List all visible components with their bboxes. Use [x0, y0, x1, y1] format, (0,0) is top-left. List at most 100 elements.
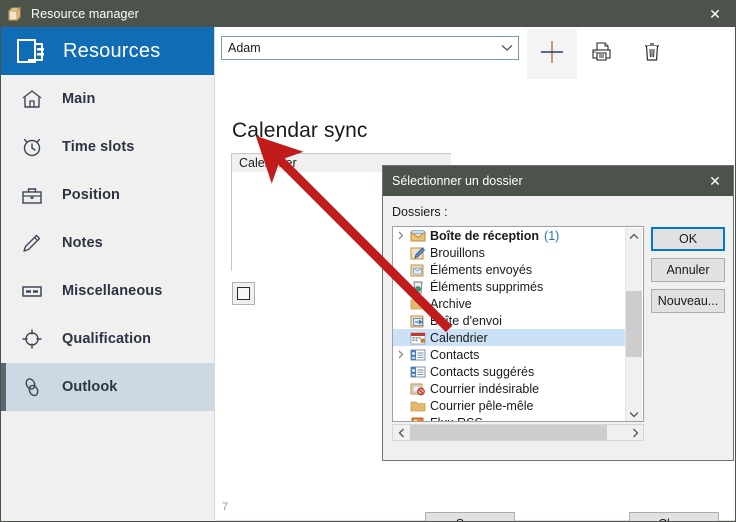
chevron-right-icon[interactable]	[393, 350, 409, 359]
chevron-down-icon	[496, 44, 518, 52]
tree-item-label: Contacts suggérés	[430, 364, 535, 379]
folder-tree[interactable]: Boîte de réception (1) Brouillons Éléments …	[392, 226, 644, 422]
folder-icon	[409, 398, 427, 413]
print-button[interactable]	[577, 29, 627, 79]
chevron-left-icon[interactable]	[393, 425, 409, 440]
sent-icon	[409, 262, 427, 277]
page-title: Calendar sync	[232, 119, 368, 142]
tree-item-label: Calendrier	[430, 330, 488, 345]
inbox-icon	[409, 228, 427, 243]
tree-item[interactable]: Archive	[393, 295, 627, 312]
sidebar-item-notes[interactable]: Notes	[1, 219, 214, 267]
pencil-icon	[18, 229, 46, 257]
dialog-ok-button[interactable]: OK	[651, 227, 725, 251]
sync-checkbox[interactable]	[232, 282, 255, 305]
sidebar-nav: Main Time slots Position Notes Miscellan…	[1, 75, 214, 411]
tree-item-label: Flux RSS	[430, 416, 483, 422]
resource-select[interactable]: Adam	[221, 36, 519, 60]
resource-select-value: Adam	[228, 41, 261, 55]
sidebar: Resources Main Time slots Position Notes…	[1, 27, 215, 521]
chevron-up-icon[interactable]	[626, 228, 642, 244]
folder-tree-vertical-scrollbar[interactable]	[625, 228, 642, 421]
link-chain-icon	[18, 373, 46, 401]
tree-item[interactable]: Boîte de réception (1)	[393, 227, 627, 244]
tree-item[interactable]: Flux RSS	[393, 414, 627, 421]
resource-manager-window: Resource manager ✕ Resources Main Time s…	[0, 0, 736, 522]
package-box-icon	[7, 6, 24, 22]
folder-icon	[409, 296, 427, 311]
save-button[interactable]: Save	[425, 512, 515, 521]
sidebar-item-label: Miscellaneous	[62, 283, 163, 299]
chevron-right-icon[interactable]	[627, 425, 643, 440]
chevron-right-icon[interactable]	[393, 231, 409, 240]
sidebar-item-label: Time slots	[62, 139, 135, 155]
chevron-down-icon[interactable]	[626, 406, 642, 421]
deleted-items-icon	[409, 279, 427, 294]
sidebar-item-main[interactable]: Main	[1, 75, 214, 123]
tree-item[interactable]: Contacts	[393, 346, 627, 363]
dialog-title: Sélectionner un dossier	[392, 174, 523, 188]
contacts-icon	[409, 347, 427, 362]
folders-label: Dossiers :	[392, 205, 448, 219]
sidebar-item-miscellaneous[interactable]: Miscellaneous	[1, 267, 214, 315]
briefcase-icon	[18, 181, 46, 209]
sidebar-item-label: Main	[62, 91, 96, 107]
resources-icon	[15, 34, 49, 68]
folder-tree-scroll-area: Boîte de réception (1) Brouillons Éléments …	[393, 227, 627, 421]
select-folder-dialog: Sélectionner un dossier ✕ Dossiers : Boî…	[382, 165, 734, 461]
add-resource-button[interactable]	[527, 29, 577, 79]
tree-item-label: Boîte de réception	[430, 228, 540, 243]
tree-item-label: Archive	[430, 296, 472, 311]
tree-item[interactable]: Contacts suggérés	[393, 363, 627, 380]
close-button[interactable]: Close	[629, 512, 719, 521]
window-title-bar: Resource manager ✕	[1, 1, 735, 27]
tree-item[interactable]: Éléments supprimés	[393, 278, 627, 295]
tree-item[interactable]: Éléments envoyés	[393, 261, 627, 278]
tree-item[interactable]: Courrier indésirable	[393, 380, 627, 397]
window-close-button[interactable]: ✕	[693, 1, 735, 27]
sidebar-item-label: Outlook	[62, 379, 118, 395]
dialog-body: Dossiers : Boîte de réception (1) Brouillo…	[383, 196, 733, 460]
tree-item-label: Courrier pêle-mêle	[430, 398, 534, 413]
sidebar-item-label: Qualification	[62, 331, 152, 347]
dialog-title-bar: Sélectionner un dossier ✕	[383, 166, 733, 196]
window-title: Resource manager	[31, 7, 139, 21]
sidebar-item-qualification[interactable]: Qualification	[1, 315, 214, 363]
dialog-new-button[interactable]: Nouveau...	[651, 289, 725, 313]
sidebar-item-outlook[interactable]: Outlook	[1, 363, 214, 411]
delete-button[interactable]	[627, 29, 677, 79]
alarm-clock-icon	[18, 133, 46, 161]
sidebar-item-label: Notes	[62, 235, 103, 251]
toolbar: Adam	[216, 27, 735, 79]
contacts-icon	[409, 364, 427, 379]
page-number: 7	[222, 501, 229, 513]
tree-item[interactable]: Courrier pêle-mêle	[393, 397, 627, 414]
tree-item-label: Boîte d'envoi	[430, 313, 502, 328]
dialog-close-button[interactable]: ✕	[697, 166, 733, 196]
calendar-icon	[409, 330, 427, 345]
tree-item-count: (1)	[544, 228, 560, 243]
plus-icon	[539, 39, 565, 70]
sidebar-item-position[interactable]: Position	[1, 171, 214, 219]
junk-mail-icon	[409, 381, 427, 396]
horizontal-scroll-thumb[interactable]	[410, 425, 607, 440]
drafts-icon	[409, 245, 427, 260]
list-card-icon	[18, 277, 46, 305]
dialog-cancel-button[interactable]: Annuler	[651, 258, 725, 282]
vertical-scroll-thumb[interactable]	[626, 291, 642, 357]
sidebar-item-time-slots[interactable]: Time slots	[1, 123, 214, 171]
target-icon	[18, 325, 46, 353]
tree-item-label: Brouillons	[430, 245, 485, 260]
sidebar-item-label: Position	[62, 187, 120, 203]
sidebar-header: Resources	[1, 27, 214, 75]
trash-icon	[640, 40, 664, 69]
tree-item-label: Éléments supprimés	[430, 279, 544, 294]
sidebar-header-title: Resources	[63, 39, 161, 62]
tree-item[interactable]: Brouillons	[393, 244, 627, 261]
tree-item-label: Contacts	[430, 347, 480, 362]
tree-item[interactable]: Calendrier	[393, 329, 627, 346]
rss-icon	[409, 415, 427, 421]
checkbox-square-icon	[237, 287, 250, 300]
folder-tree-horizontal-scrollbar[interactable]	[392, 424, 644, 441]
tree-item[interactable]: Boîte d'envoi	[393, 312, 627, 329]
